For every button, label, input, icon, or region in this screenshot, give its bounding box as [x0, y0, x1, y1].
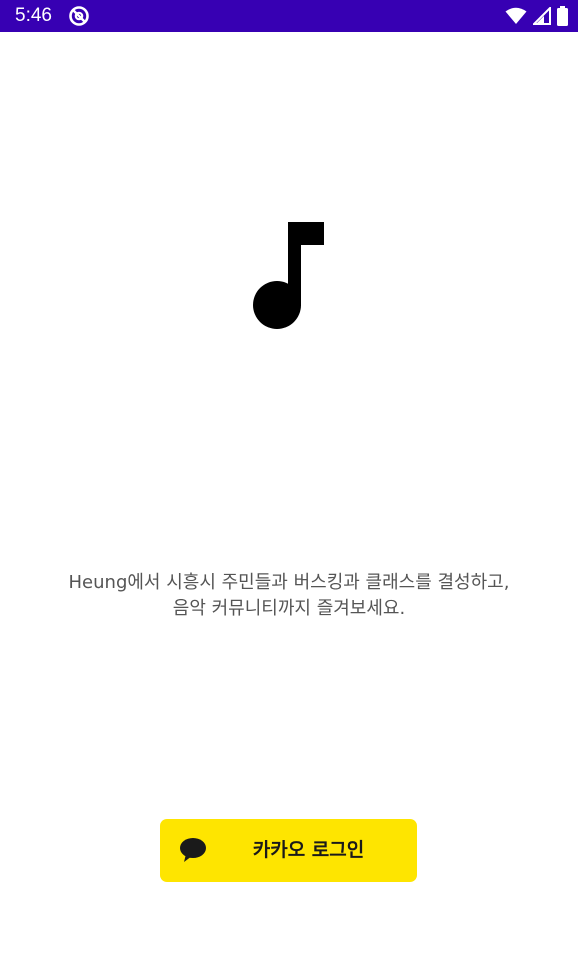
- signal-icon: [533, 7, 551, 25]
- status-icons: [505, 5, 568, 27]
- wifi-icon: [505, 7, 527, 25]
- kakao-login-button[interactable]: 카카오 로그인: [160, 819, 417, 882]
- tagline: Heung에서 시흥시 주민들과 버스킹과 클래스를 결성하고, 음악 커뮤니티…: [40, 570, 538, 622]
- status-time: 5:46: [15, 5, 52, 26]
- speech-bubble-icon: [179, 837, 207, 864]
- kakao-login-label: 카카오 로그인: [252, 839, 365, 861]
- status-bar: 5:46: [0, 0, 578, 32]
- music-note-icon: [252, 222, 326, 330]
- tagline-line-2: 음악 커뮤니티까지 즐겨보세요.: [172, 598, 406, 619]
- app-notification-icon: [68, 5, 90, 27]
- tagline-line-1: Heung에서 시흥시 주민들과 버스킹과 클래스를 결성하고,: [68, 572, 510, 593]
- battery-icon: [557, 6, 568, 26]
